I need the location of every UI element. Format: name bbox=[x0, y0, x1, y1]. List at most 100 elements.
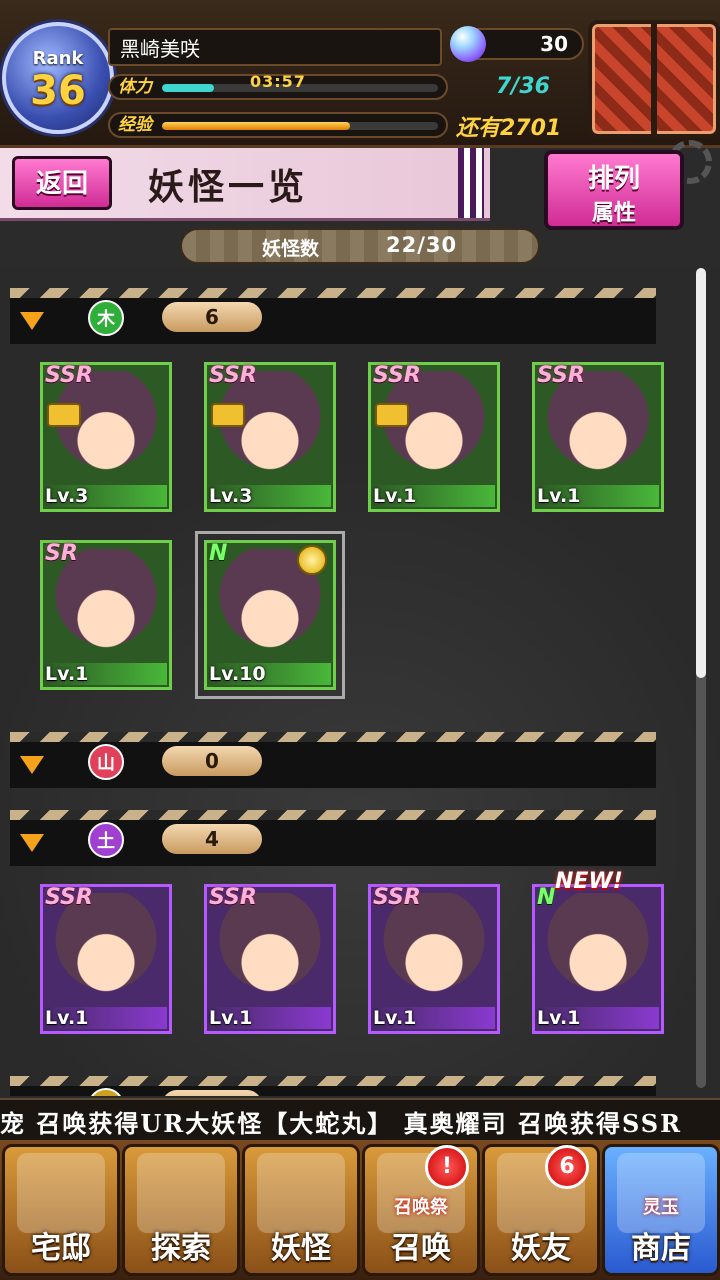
nav-friend[interactable]: 妖友 6 bbox=[482, 1144, 600, 1276]
monster-card[interactable]: N Lv.10 bbox=[195, 531, 345, 699]
monster-portrait bbox=[213, 371, 327, 487]
stamina-count: 7/36 bbox=[496, 74, 550, 99]
rarity-badge: SSR bbox=[373, 363, 421, 388]
collapse-triangle-icon[interactable] bbox=[20, 312, 44, 330]
nav-sub-label: 召唤祭 bbox=[394, 1197, 448, 1218]
nav-label: 妖友 bbox=[511, 1231, 571, 1266]
card-level: Lv.10 bbox=[209, 663, 331, 685]
rarity-badge: SSR bbox=[209, 885, 257, 910]
monster-card[interactable]: SSR Lv.1 bbox=[204, 884, 336, 1034]
monster-list[interactable]: 木 6 SSR Lv.3 SSR Lv.3 SSR Lv.1 SSR Lv.1 SR Lv.1 N Lv.… bbox=[0, 270, 720, 1096]
sort-button[interactable]: 排列 属性 bbox=[544, 150, 684, 230]
rarity-badge: SSR bbox=[209, 363, 257, 388]
nav-shop-orb[interactable]: 灵玉 商店 bbox=[602, 1144, 720, 1276]
rarity-badge: N bbox=[537, 885, 556, 910]
group-count: 4 bbox=[162, 824, 262, 854]
card-level: Lv.1 bbox=[373, 1007, 495, 1029]
sort-label: 排列 bbox=[587, 164, 640, 194]
bottom-nav: 宅邸 探索 妖怪 召唤祭 召唤! 妖友 6 灵玉 商店 bbox=[0, 1140, 720, 1280]
scroll-icon bbox=[257, 1153, 345, 1233]
rarity-badge: SSR bbox=[537, 363, 585, 388]
monster-card[interactable]: SR Lv.1 bbox=[40, 540, 172, 690]
monster-portrait bbox=[49, 549, 163, 665]
monster-card[interactable]: SSR Lv.1 bbox=[532, 362, 664, 512]
monster-portrait bbox=[377, 893, 491, 1009]
count-value: 22/30 bbox=[386, 233, 458, 257]
header-stripe bbox=[10, 288, 656, 298]
back-button[interactable]: 返回 bbox=[12, 156, 112, 210]
status-header: Rank 36 黑崎美咲 体力 03:57 经验 30 7/36 还有2701 bbox=[0, 0, 720, 148]
rarity-badge: SSR bbox=[45, 363, 93, 388]
rank-value: 36 bbox=[30, 68, 86, 114]
group-count: 6 bbox=[162, 302, 262, 332]
monster-card[interactable]: SSR Lv.3 bbox=[40, 362, 172, 512]
nav-magnifier[interactable]: 探索 bbox=[122, 1144, 240, 1276]
notification-badge: 6 bbox=[545, 1145, 589, 1189]
title-stripes bbox=[458, 148, 484, 218]
header-stripe bbox=[10, 1076, 656, 1086]
header-stripe bbox=[10, 732, 656, 742]
notification-badge: ! bbox=[425, 1145, 469, 1189]
rarity-badge: SR bbox=[45, 541, 78, 566]
rank-badge[interactable]: Rank 36 bbox=[2, 22, 114, 134]
nav-label: 妖怪 bbox=[271, 1231, 331, 1266]
monster-portrait bbox=[541, 893, 655, 1009]
rank-label: Rank bbox=[32, 48, 84, 69]
exp-remaining: 还有2701 bbox=[456, 116, 562, 141]
group-header[interactable]: 土4 bbox=[10, 810, 656, 866]
rarity-badge: SSR bbox=[373, 885, 421, 910]
nav-label: 召唤 bbox=[391, 1231, 451, 1266]
card-level: Lv.3 bbox=[45, 485, 167, 507]
mansion-icon bbox=[17, 1153, 105, 1233]
new-badge: NEW! bbox=[555, 869, 623, 894]
lock-icon bbox=[211, 403, 245, 427]
monster-card[interactable]: N NEW! Lv.1 bbox=[532, 869, 664, 1034]
nav-mansion[interactable]: 宅邸 bbox=[2, 1144, 120, 1276]
group-header[interactable]: 金1 bbox=[10, 1076, 656, 1096]
group-count: 0 bbox=[162, 746, 262, 776]
collapse-triangle-icon[interactable] bbox=[20, 834, 44, 852]
medal-icon bbox=[297, 545, 327, 575]
monster-portrait bbox=[541, 371, 655, 487]
attribute-icon: 山 bbox=[88, 744, 124, 780]
spirit-gem-icon bbox=[450, 26, 486, 62]
gem-value: 30 bbox=[540, 32, 568, 56]
exp-fill bbox=[162, 122, 350, 130]
magnifier-icon bbox=[137, 1153, 225, 1233]
rarity-badge: SSR bbox=[45, 885, 93, 910]
monster-card[interactable]: SSR Lv.1 bbox=[368, 362, 500, 512]
news-ticker: 宠 召唤获得UR大妖怪【大蛇丸】 真奥耀司 召唤获得SSR bbox=[0, 1098, 720, 1142]
monster-card[interactable]: SSR Lv.1 bbox=[368, 884, 500, 1034]
card-level: Lv.1 bbox=[45, 1007, 167, 1029]
monster-portrait bbox=[49, 371, 163, 487]
header-stripe bbox=[10, 810, 656, 820]
monster-card[interactable]: SSR Lv.1 bbox=[40, 884, 172, 1034]
card-level: Lv.1 bbox=[537, 485, 659, 507]
stamina-fill bbox=[162, 84, 215, 92]
card-level: Lv.1 bbox=[373, 485, 495, 507]
scroll-thumb[interactable] bbox=[696, 268, 706, 678]
gem-counter[interactable]: 30 bbox=[450, 26, 584, 62]
title-bar: 返回 妖怪一览 bbox=[0, 148, 490, 221]
player-name: 黑崎美咲 bbox=[108, 28, 442, 66]
attribute-icon: 土 bbox=[88, 822, 124, 858]
group-header[interactable]: 山0 bbox=[10, 732, 656, 788]
monster-portrait bbox=[49, 893, 163, 1009]
ticker-text: 宠 召唤获得UR大妖怪【大蛇丸】 真奥耀司 召唤获得SSR bbox=[0, 1109, 683, 1138]
stamina-timer: 03:57 bbox=[250, 72, 306, 91]
stamina-bar: 体力 03:57 bbox=[108, 72, 448, 100]
nav-sub-label: 灵玉 bbox=[643, 1197, 679, 1218]
group-count: 1 bbox=[162, 1090, 262, 1096]
nav-label: 商店 bbox=[631, 1231, 691, 1266]
nav-summon-star[interactable]: 召唤祭召唤! bbox=[362, 1144, 480, 1276]
collapse-triangle-icon[interactable] bbox=[20, 756, 44, 774]
exp-label: 经验 bbox=[118, 115, 152, 135]
scrollbar[interactable] bbox=[696, 268, 706, 1088]
gift-box-icon[interactable] bbox=[588, 20, 720, 138]
group-header[interactable]: 木6 bbox=[10, 288, 656, 344]
card-level: Lv.1 bbox=[537, 1007, 659, 1029]
sort-mode: 属性 bbox=[591, 201, 636, 226]
stamina-label: 体力 bbox=[118, 77, 152, 97]
nav-scroll[interactable]: 妖怪 bbox=[242, 1144, 360, 1276]
monster-card[interactable]: SSR Lv.3 bbox=[204, 362, 336, 512]
